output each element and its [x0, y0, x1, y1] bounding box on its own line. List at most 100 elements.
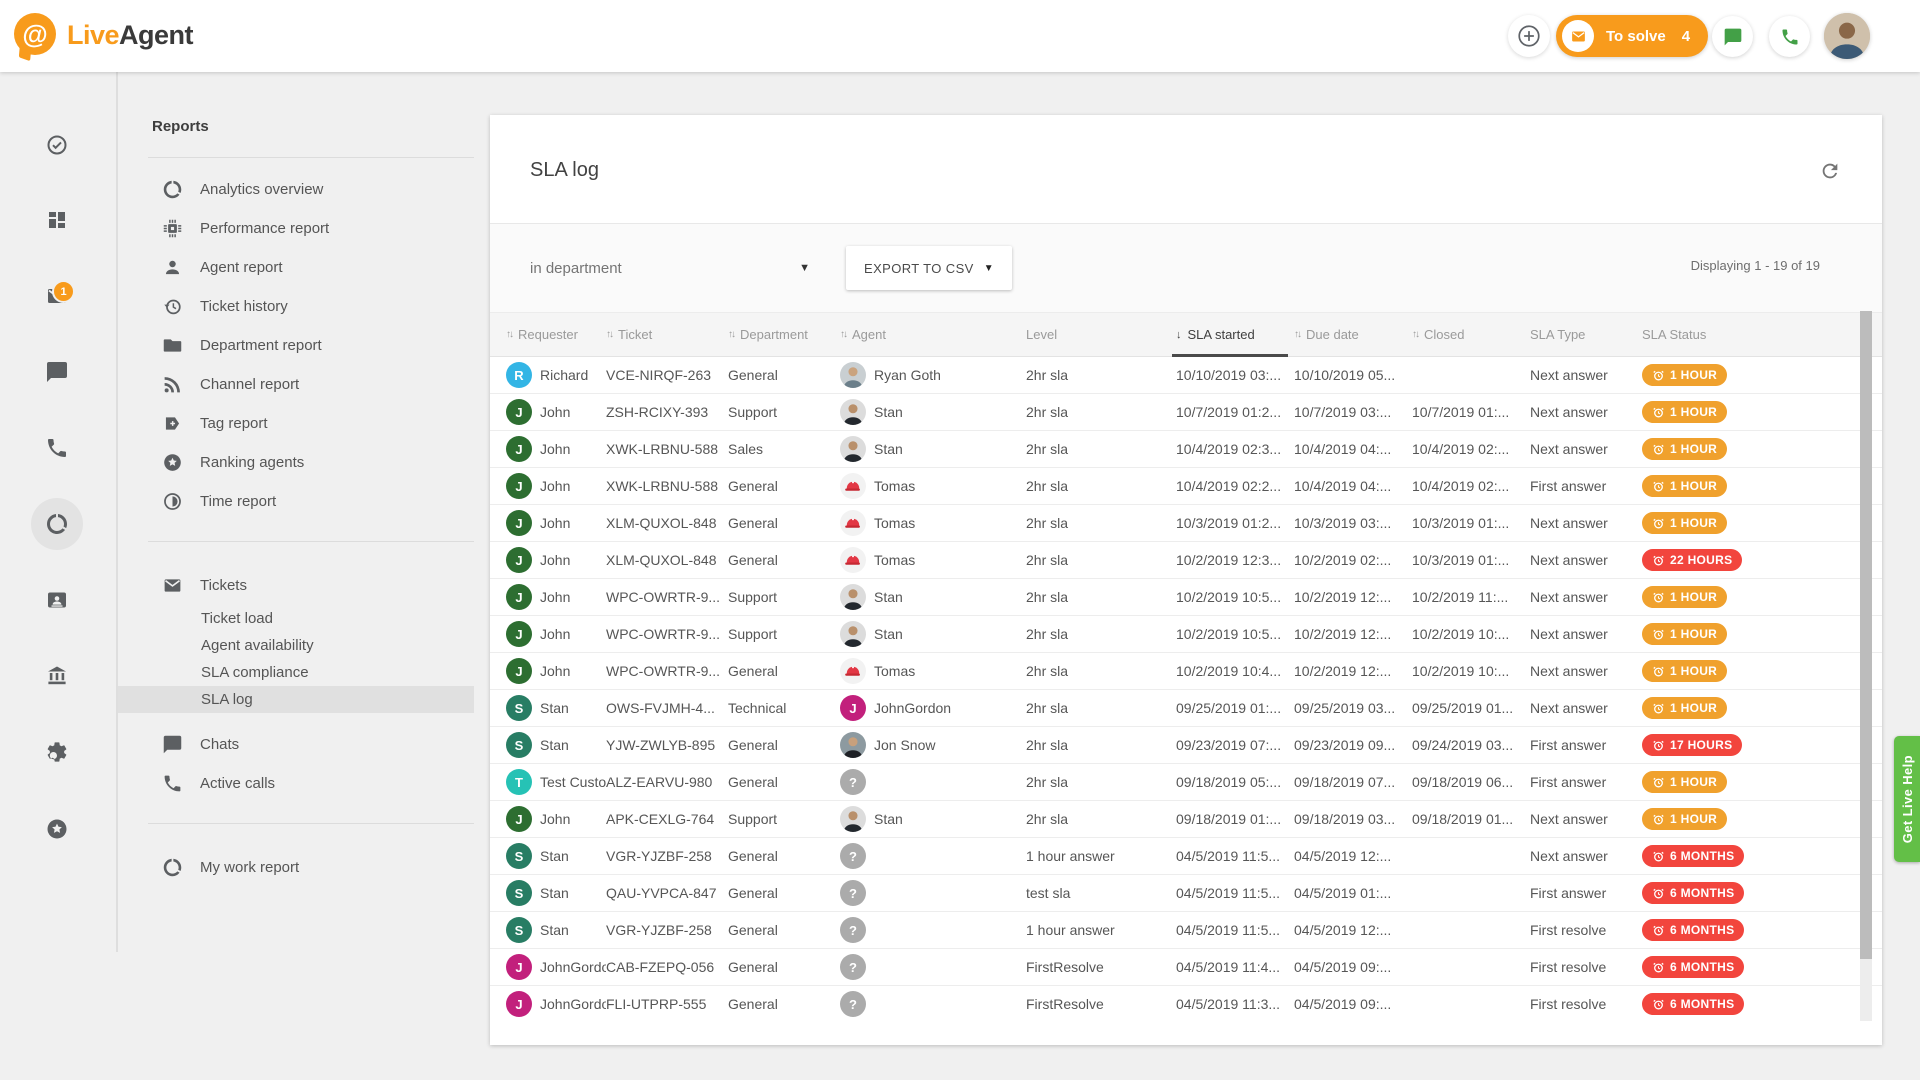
- rail-item-customers[interactable]: [31, 574, 83, 626]
- table-row[interactable]: JJohn ZSH-RCIXY-393 Support Stan 2hr sla…: [490, 394, 1882, 431]
- sla-level: 1 hour answer: [1026, 922, 1176, 938]
- rail-item-companies[interactable]: [31, 650, 83, 702]
- ticket-id[interactable]: ZSH-RCIXY-393: [606, 404, 728, 420]
- to-solve-button[interactable]: To solve 4: [1556, 15, 1708, 57]
- rail-item-dashboard[interactable]: [31, 194, 83, 246]
- sidebar-item-my-work-report[interactable]: My work report: [118, 848, 474, 887]
- department-name: General: [728, 515, 840, 531]
- rail-item-calls[interactable]: [31, 422, 83, 474]
- sidebar-item-performance-report[interactable]: Performance report: [118, 209, 474, 248]
- table-row[interactable]: JJohn WPC-OWRTR-9... Support Stan 2hr sl…: [490, 616, 1882, 653]
- ticket-id[interactable]: WPC-OWRTR-9...: [606, 663, 728, 679]
- sidebar-subitem-ticket-load[interactable]: Ticket load: [118, 605, 474, 632]
- sidebar-item-tickets[interactable]: Tickets: [118, 566, 474, 605]
- sidebar-item-channel-report[interactable]: Channel report: [118, 365, 474, 404]
- table-row[interactable]: SStan YJW-ZWLYB-895 General Jon Snow 2hr…: [490, 727, 1882, 764]
- ticket-id[interactable]: CAB-FZEPQ-056: [606, 959, 728, 975]
- table-row[interactable]: JJohn XWK-LRBNU-588 General Tomas 2hr sl…: [490, 468, 1882, 505]
- sidebar-item-active-calls[interactable]: Active calls: [118, 764, 474, 803]
- department-filter-select[interactable]: in department ▼: [530, 252, 810, 284]
- ticket-id[interactable]: YJW-ZWLYB-895: [606, 737, 728, 753]
- ticket-id[interactable]: VCE-NIRQF-263: [606, 367, 728, 383]
- department-name: General: [728, 663, 840, 679]
- table-row[interactable]: TTest Custo ALZ-EARVU-980 General ? 2hr …: [490, 764, 1882, 801]
- requester-name: Stan: [540, 700, 569, 716]
- ticket-id[interactable]: QAU-YVPCA-847: [606, 885, 728, 901]
- column-header-sla-started[interactable]: ↓SLA started: [1176, 313, 1294, 357]
- ticket-id[interactable]: VGR-YJZBF-258: [606, 848, 728, 864]
- ticket-id[interactable]: XLM-QUXOL-848: [606, 552, 728, 568]
- rail-item-reports[interactable]: [31, 498, 83, 550]
- due-date: 04/5/2019 09:...: [1294, 959, 1412, 975]
- table-row[interactable]: JJohn XLM-QUXOL-848 General Tomas 2hr sl…: [490, 505, 1882, 542]
- sla-status-badge: 17 HOURS: [1642, 734, 1742, 756]
- export-csv-button[interactable]: EXPORT TO CSV ▼: [846, 246, 1012, 290]
- liveagent-logo[interactable]: @ LiveAgent: [14, 13, 193, 57]
- requester-name: JohnGordo: [540, 959, 606, 975]
- vertical-scrollbar[interactable]: [1860, 311, 1872, 1021]
- scrollbar-thumb[interactable]: [1860, 311, 1872, 959]
- table-row[interactable]: SStan VGR-YJZBF-258 General ? 1 hour ans…: [490, 838, 1882, 875]
- rail-item-tasks[interactable]: [31, 119, 83, 171]
- sla-level: 2hr sla: [1026, 367, 1176, 383]
- ticket-id[interactable]: WPC-OWRTR-9...: [606, 626, 728, 642]
- table-row[interactable]: JJohnGordo FLI-UTPRP-555 General ? First…: [490, 986, 1882, 1021]
- sidebar-item-department-report[interactable]: Department report: [118, 326, 474, 365]
- due-date: 10/4/2019 04:...: [1294, 441, 1412, 457]
- table-row[interactable]: JJohn WPC-OWRTR-9... General Tomas 2hr s…: [490, 653, 1882, 690]
- column-header-agent[interactable]: ↑↓Agent: [840, 313, 1026, 357]
- ticket-id[interactable]: WPC-OWRTR-9...: [606, 589, 728, 605]
- ticket-id[interactable]: APK-CEXLG-764: [606, 811, 728, 827]
- table-row[interactable]: JJohn APK-CEXLG-764 Support Stan 2hr sla…: [490, 801, 1882, 838]
- sidebar-item-chats[interactable]: Chats: [118, 725, 474, 764]
- sla-type: First answer: [1530, 885, 1642, 901]
- sidebar-subitem-agent-availability[interactable]: Agent availability: [118, 632, 474, 659]
- table-row[interactable]: SStan OWS-FVJMH-4... Technical JJohnGord…: [490, 690, 1882, 727]
- ticket-id[interactable]: XWK-LRBNU-588: [606, 478, 728, 494]
- rail-item-tickets[interactable]: 1: [31, 270, 83, 322]
- rail-item-settings[interactable]: [31, 726, 83, 778]
- rail-item-ranking[interactable]: [31, 803, 83, 855]
- requester-name: John: [540, 478, 570, 494]
- calls-button[interactable]: [1769, 16, 1810, 57]
- sidebar-item-ticket-history[interactable]: Ticket history: [118, 287, 474, 326]
- sidebar-item-ranking-agents[interactable]: Ranking agents: [118, 443, 474, 482]
- ticket-id[interactable]: VGR-YJZBF-258: [606, 922, 728, 938]
- user-avatar[interactable]: [1824, 13, 1870, 59]
- ticket-id[interactable]: OWS-FVJMH-4...: [606, 700, 728, 716]
- refresh-button[interactable]: [1812, 153, 1848, 189]
- sidebar-item-analytics-overview[interactable]: Analytics overview: [118, 170, 474, 209]
- table-row[interactable]: JJohn WPC-OWRTR-9... Support Stan 2hr sl…: [490, 579, 1882, 616]
- table-row[interactable]: RRichard VCE-NIRQF-263 General Ryan Goth…: [490, 357, 1882, 394]
- ticket-id[interactable]: FLI-UTPRP-555: [606, 996, 728, 1012]
- table-row[interactable]: SStan VGR-YJZBF-258 General ? 1 hour ans…: [490, 912, 1882, 949]
- sidebar-subitem-sla-log[interactable]: SLA log: [118, 686, 474, 713]
- agent-avatar: ?: [840, 917, 866, 943]
- sidebar-item-tag-report[interactable]: Tag report: [118, 404, 474, 443]
- ticket-id[interactable]: XWK-LRBNU-588: [606, 441, 728, 457]
- column-header-due-date[interactable]: ↑↓Due date: [1294, 313, 1412, 357]
- ticket-id[interactable]: ALZ-EARVU-980: [606, 774, 728, 790]
- sidebar-item-time-report[interactable]: Time report: [118, 482, 474, 521]
- due-date: 10/7/2019 03:...: [1294, 404, 1412, 420]
- column-header-requester[interactable]: ↑↓Requester: [506, 313, 606, 357]
- agent-avatar: ?: [840, 769, 866, 795]
- column-header-closed[interactable]: ↑↓Closed: [1412, 313, 1530, 357]
- column-header-ticket[interactable]: ↑↓Ticket: [606, 313, 728, 357]
- add-button[interactable]: [1508, 15, 1550, 57]
- column-header-department[interactable]: ↑↓Department: [728, 313, 840, 357]
- due-date: 10/3/2019 03:...: [1294, 515, 1412, 531]
- sidebar-item-agent-report[interactable]: Agent report: [118, 248, 474, 287]
- sla-status-badge: 1 HOUR: [1642, 623, 1727, 645]
- table-row[interactable]: JJohn XLM-QUXOL-848 General Tomas 2hr sl…: [490, 542, 1882, 579]
- ticket-id[interactable]: XLM-QUXOL-848: [606, 515, 728, 531]
- table-row[interactable]: JJohnGordo CAB-FZEPQ-056 General ? First…: [490, 949, 1882, 986]
- sidebar-subitem-sla-compliance[interactable]: SLA compliance: [118, 659, 474, 686]
- get-live-help-tab[interactable]: Get Live Help: [1894, 736, 1920, 862]
- rail-item-chats[interactable]: [31, 346, 83, 398]
- sla-status-label: 22 HOURS: [1670, 553, 1732, 567]
- table-row[interactable]: SStan QAU-YVPCA-847 General ? test sla 0…: [490, 875, 1882, 912]
- caret-down-icon: ▼: [799, 262, 810, 274]
- table-row[interactable]: JJohn XWK-LRBNU-588 Sales Stan 2hr sla 1…: [490, 431, 1882, 468]
- chats-button[interactable]: [1712, 16, 1753, 57]
